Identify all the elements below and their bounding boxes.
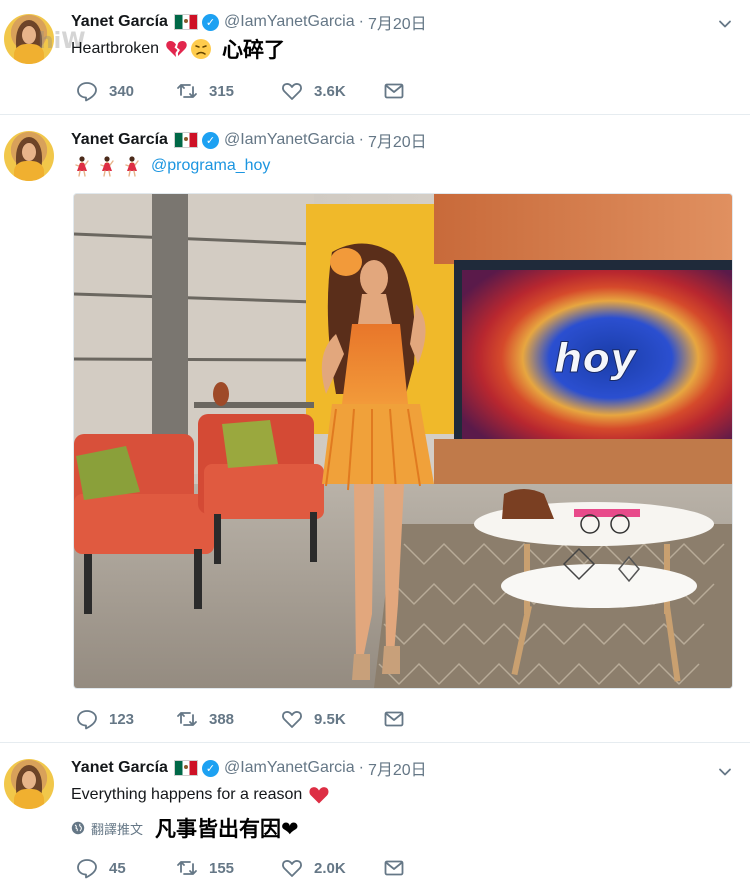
like-button[interactable]: 2.0K xyxy=(281,857,383,879)
retweet-button[interactable]: 388 xyxy=(176,708,281,730)
tweet-text: Heartbroken 心碎了 xyxy=(71,36,285,62)
dancer-icon xyxy=(75,156,89,177)
tweet-header: Yanet García ✓ @IamYanetGarcia · 7月20日 xyxy=(71,129,427,151)
tweet-header: Yanet García ✓ @IamYanetGarcia · 7月20日 xyxy=(71,11,427,33)
tweet-header: Yanet García ✓ @IamYanetGarcia · 7月20日 xyxy=(71,757,427,779)
separator: · xyxy=(358,131,364,148)
tweet-3[interactable]: Yanet García ✓ @IamYanetGarcia · 7月20日 E… xyxy=(0,743,750,894)
dancer-icon xyxy=(100,156,114,177)
tweet-actions: 123 388 9.5K xyxy=(76,708,405,730)
message-button[interactable] xyxy=(383,80,405,102)
tv-studio-photo: hoy xyxy=(74,194,732,688)
retweet-count: 388 xyxy=(209,710,235,728)
like-count: 2.0K xyxy=(314,859,346,877)
timestamp[interactable]: 7月20日 xyxy=(368,128,427,152)
verified-badge-icon: ✓ xyxy=(201,131,219,149)
verified-badge-icon: ✓ xyxy=(201,13,219,31)
tweet-body: Heartbroken xyxy=(71,40,160,57)
translated-text: 凡事皆出有因❤ xyxy=(155,818,299,841)
separator: · xyxy=(358,13,364,30)
broken-heart-icon xyxy=(166,41,187,57)
user-handle[interactable]: @IamYanetGarcia xyxy=(224,131,355,149)
reply-button[interactable]: 123 xyxy=(76,708,176,730)
reply-count: 340 xyxy=(109,82,135,100)
disappointed-face-icon xyxy=(191,39,212,59)
tweet-actions: 45 155 2.0K xyxy=(76,857,405,879)
red-heart-icon xyxy=(309,787,329,804)
separator: · xyxy=(358,759,364,776)
reply-count: 123 xyxy=(109,710,135,728)
like-count: 3.6K xyxy=(314,82,346,100)
tweet-text: @programa_hoy xyxy=(71,153,270,179)
display-name[interactable]: Yanet García xyxy=(71,13,168,31)
reply-icon xyxy=(77,710,97,730)
envelope-icon xyxy=(384,860,404,876)
globe-icon xyxy=(71,821,85,835)
mexico-flag-icon xyxy=(173,132,198,148)
tweet-actions: 340 315 3.6K xyxy=(76,80,405,102)
timestamp[interactable]: 7月20日 xyxy=(368,756,427,780)
retweet-button[interactable]: 155 xyxy=(176,857,281,879)
heart-icon xyxy=(282,711,302,728)
inline-translation: 心碎了 xyxy=(222,39,286,62)
tv-screen-logo: hoy xyxy=(554,336,638,382)
reply-icon xyxy=(77,82,97,102)
dancer-icon xyxy=(125,156,139,177)
translate-row: 翻譯推文 凡事皆出有因❤ xyxy=(71,815,299,841)
like-button[interactable]: 3.6K xyxy=(281,80,383,102)
heart-icon xyxy=(282,860,302,877)
display-name[interactable]: Yanet García xyxy=(71,759,168,777)
timestamp[interactable]: 7月20日 xyxy=(368,10,427,34)
reply-icon xyxy=(77,859,97,879)
chevron-down-icon[interactable] xyxy=(718,765,732,779)
envelope-icon xyxy=(384,83,404,99)
envelope-icon xyxy=(384,711,404,727)
retweet-icon xyxy=(177,84,197,98)
retweet-icon xyxy=(177,712,197,726)
message-button[interactable] xyxy=(383,708,405,730)
retweet-button[interactable]: 315 xyxy=(176,80,281,102)
reply-count: 45 xyxy=(109,859,126,877)
translate-tweet-link[interactable]: 翻譯推文 xyxy=(91,819,143,838)
avatar[interactable] xyxy=(4,131,54,181)
verified-badge-icon: ✓ xyxy=(201,759,219,777)
reply-button[interactable]: 340 xyxy=(76,80,176,102)
user-handle[interactable]: @IamYanetGarcia xyxy=(224,13,355,31)
retweet-icon xyxy=(177,861,197,875)
mexico-flag-icon xyxy=(173,760,198,776)
mention-link[interactable]: @programa_hoy xyxy=(151,157,270,175)
retweet-count: 155 xyxy=(209,859,235,877)
retweet-count: 315 xyxy=(209,82,235,100)
tweet-text: Everything happens for a reason xyxy=(71,783,330,807)
tweet-body: Everything happens for a reason xyxy=(71,786,303,803)
reply-button[interactable]: 45 xyxy=(76,857,176,879)
like-button[interactable]: 9.5K xyxy=(281,708,383,730)
message-button[interactable] xyxy=(383,857,405,879)
chevron-down-icon[interactable] xyxy=(718,17,732,31)
display-name[interactable]: Yanet García xyxy=(71,131,168,149)
avatar[interactable] xyxy=(4,759,54,809)
tweet-media-photo[interactable]: hoy xyxy=(73,193,733,689)
tweet-1[interactable]: hiW Yanet García ✓ @IamYanetGarcia · 7月2… xyxy=(0,0,750,115)
like-count: 9.5K xyxy=(314,710,346,728)
heart-icon xyxy=(282,83,302,100)
mexico-flag-icon xyxy=(173,14,198,30)
user-handle[interactable]: @IamYanetGarcia xyxy=(224,759,355,777)
